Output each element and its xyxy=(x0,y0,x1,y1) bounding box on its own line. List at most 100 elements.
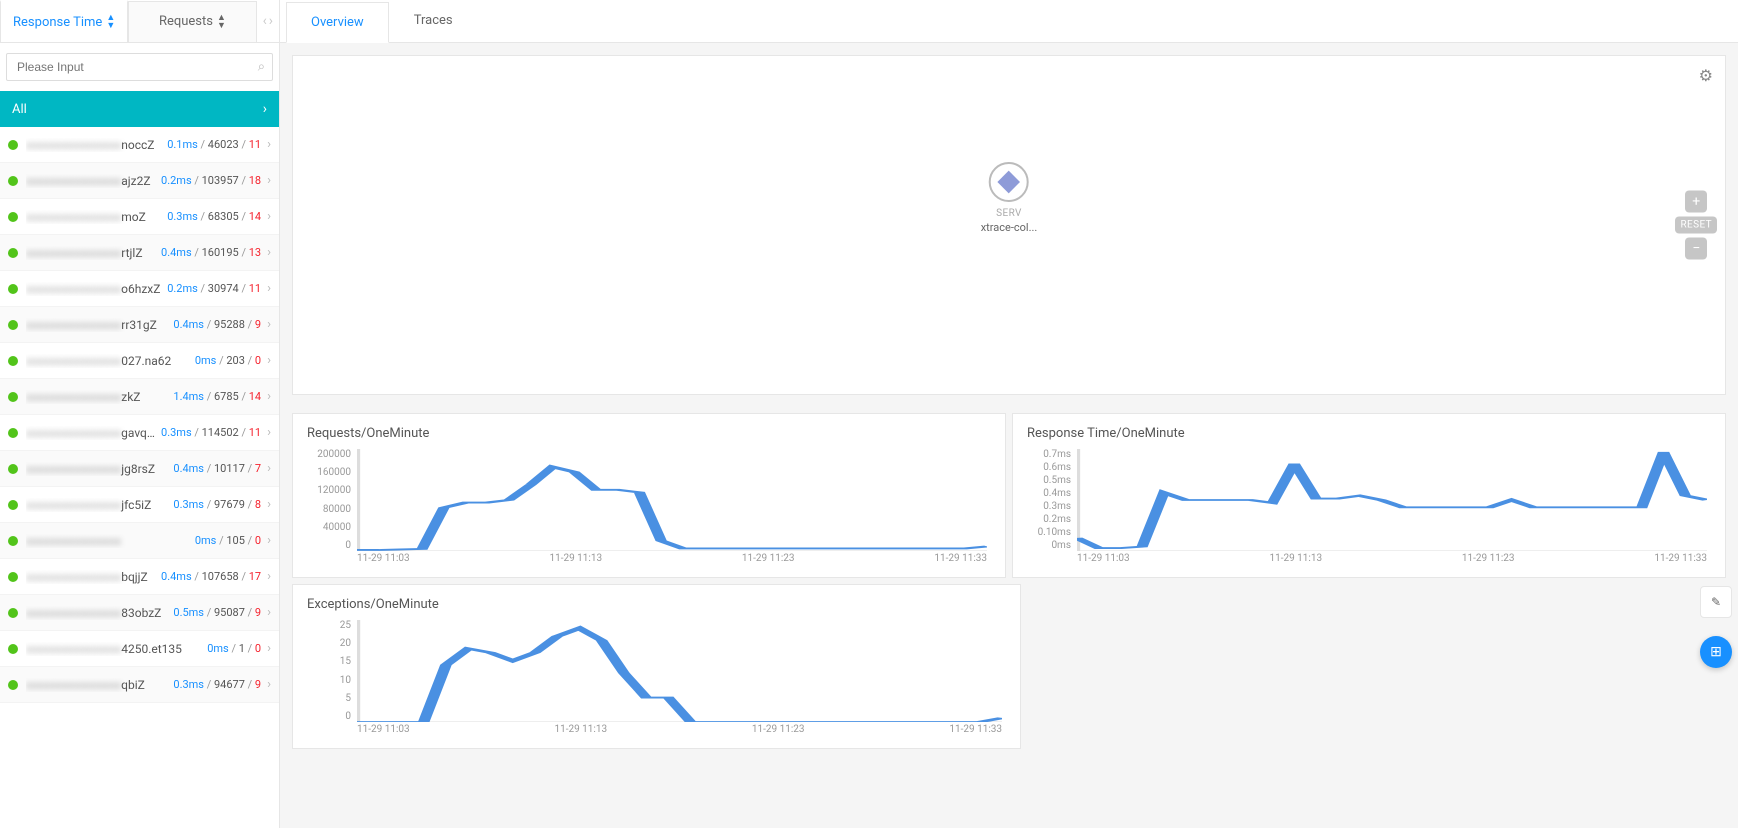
status-dot xyxy=(8,572,18,582)
list-item[interactable]: xxxxxxxxxxxxxxxxzkZ 1.4ms / 6785 / 14 › xyxy=(0,379,279,415)
item-stats: 1.4ms / 6785 / 14 xyxy=(173,390,261,403)
sidebar-tab-response-time[interactable]: Response Time ▲▼ xyxy=(0,0,128,42)
zoom-out-button[interactable]: − xyxy=(1685,238,1707,260)
status-dot xyxy=(8,212,18,222)
list-item[interactable]: xxxxxxxxxxxxxxxx027.na620ms / 203 / 0› xyxy=(0,343,279,379)
search-input[interactable] xyxy=(6,53,273,81)
chart-title: Response Time/OneMinute xyxy=(1027,426,1711,441)
all-row[interactable]: All › xyxy=(0,91,279,127)
topology-canvas[interactable]: ⚙ SERV xtrace-col... + RESET − xyxy=(292,55,1726,395)
list-item[interactable]: xxxxxxxxxxxxxxxx83obzZ0.5ms / 95087 / 9› xyxy=(0,595,279,631)
grid-button[interactable]: ⊞ xyxy=(1700,636,1732,668)
chevron-right-icon: › xyxy=(267,173,271,188)
item-stats: 0.3ms / 114502 / 11 xyxy=(161,426,261,439)
chevron-right-icon: › xyxy=(267,677,271,692)
item-name: xxxxxxxxxxxxxxxxrtjlZ xyxy=(26,246,157,260)
chevron-right-icon: › xyxy=(267,605,271,620)
chevron-right-icon: › xyxy=(267,641,271,656)
status-dot xyxy=(8,284,18,294)
search-box: ⌕ xyxy=(6,53,273,81)
item-name: xxxxxxxxxxxxxxxxzkZ xyxy=(26,390,169,404)
status-dot xyxy=(8,680,18,690)
list-item[interactable]: xxxxxxxxxxxxxxxxjfc5iZ0.3ms / 97679 / 8› xyxy=(0,487,279,523)
list-item[interactable]: xxxxxxxxxxxxxxxxajz2Z 0.2ms / 103957 / 18… xyxy=(0,163,279,199)
chevron-right-icon: › xyxy=(267,245,271,260)
item-stats: 0ms / 203 / 0 xyxy=(195,354,261,367)
item-stats: 0ms / 1 / 0 xyxy=(207,642,261,655)
search-icon[interactable]: ⌕ xyxy=(258,60,265,75)
chevron-right-icon[interactable]: › xyxy=(269,13,273,29)
plot-area xyxy=(1077,449,1707,551)
main-panel: Overview Traces ⚙ SERV xtrace-col... + R… xyxy=(280,0,1738,828)
list-item[interactable]: xxxxxxxxxxxxxxxxnoccZ0.1ms / 46023 / 11› xyxy=(0,127,279,163)
item-stats: 0.4ms / 95288 / 9 xyxy=(173,318,261,331)
item-name: xxxxxxxxxxxxxxxxjfc5iZ xyxy=(26,498,169,512)
edit-button[interactable]: ✎ xyxy=(1700,586,1732,618)
item-name: xxxxxxxxxxxxxxxxbqjjZ xyxy=(26,570,157,584)
list-item[interactable]: xxxxxxxxxxxxxxxxrr31gZ0.4ms / 95288 / 9› xyxy=(0,307,279,343)
sidebar-tabs: Response Time ▲▼ Requests ▲▼ ‹ › xyxy=(0,0,279,43)
chevron-right-icon: › xyxy=(267,461,271,476)
item-name: xxxxxxxxxxxxxxxxo6hzxZ xyxy=(26,282,163,296)
sidebar-tab-label: Requests xyxy=(159,14,213,29)
status-dot xyxy=(8,392,18,402)
item-stats: 0.3ms / 68305 / 14 xyxy=(167,210,261,223)
node-icon xyxy=(989,162,1029,202)
item-stats: 0.3ms / 97679 / 8 xyxy=(173,498,261,511)
status-dot xyxy=(8,644,18,654)
zoom-controls: + RESET − xyxy=(1675,191,1717,260)
list-item[interactable]: xxxxxxxxxxxxxxxxjg8rsZ 0.4ms / 10117 / 7 › xyxy=(0,451,279,487)
x-axis: 11-29 11:0311-29 11:1311-29 11:2311-29 1… xyxy=(1077,553,1707,569)
tab-traces[interactable]: Traces xyxy=(389,0,478,42)
item-stats: 0.2ms / 30974 / 11 xyxy=(167,282,261,295)
plot-area xyxy=(357,620,1002,722)
status-dot xyxy=(8,464,18,474)
chevron-right-icon: › xyxy=(267,389,271,404)
list-item[interactable]: xxxxxxxxxxxxxxxx0ms / 105 / 0› xyxy=(0,523,279,559)
y-axis: 0.7ms0.6ms0.5ms0.4ms0.3ms0.2ms0.10ms0ms xyxy=(1027,449,1075,551)
node-label: xtrace-col... xyxy=(981,221,1038,234)
item-name: xxxxxxxxxxxxxxxxqbiZ xyxy=(26,678,169,692)
gear-icon[interactable]: ⚙ xyxy=(1699,66,1713,85)
reset-button[interactable]: RESET xyxy=(1675,217,1717,234)
status-dot xyxy=(8,320,18,330)
item-list[interactable]: xxxxxxxxxxxxxxxxnoccZ 0.1ms / 46023 / 11 ›… xyxy=(0,127,279,828)
y-axis: 20000016000012000080000400000 xyxy=(307,449,355,551)
item-name: xxxxxxxxxxxxxxxx027.na62 xyxy=(26,354,191,368)
y-axis: 2520151050 xyxy=(307,620,355,722)
list-item[interactable]: xxxxxxxxxxxxxxxxqbiZ 0.3ms / 94677 / 9 › xyxy=(0,667,279,703)
tab-overview[interactable]: Overview xyxy=(286,2,389,43)
list-item[interactable]: xxxxxxxxxxxxxxxxgavqsZ 0.3ms / 114502 / 1… xyxy=(0,415,279,451)
item-stats: 0.3ms / 94677 / 9 xyxy=(173,678,261,691)
status-dot xyxy=(8,428,18,438)
list-item[interactable]: xxxxxxxxxxxxxxxxbqjjZ 0.4ms / 107658 / 17… xyxy=(0,559,279,595)
chevron-right-icon: › xyxy=(267,281,271,296)
item-stats: 0.2ms / 103957 / 18 xyxy=(161,174,261,187)
item-name: xxxxxxxxxxxxxxxxrr31gZ xyxy=(26,318,169,332)
chart-card: Requests/OneMinute2000001600001200008000… xyxy=(292,413,1006,578)
list-item[interactable]: xxxxxxxxxxxxxxxxrtjlZ 0.4ms / 160195 / 13… xyxy=(0,235,279,271)
item-name: xxxxxxxxxxxxxxxxnoccZ xyxy=(26,138,163,152)
chevron-left-icon[interactable]: ‹ xyxy=(263,13,267,29)
status-dot xyxy=(8,140,18,150)
item-stats: 0.4ms / 10117 / 7 xyxy=(173,462,261,475)
sidebar-tab-requests[interactable]: Requests ▲▼ xyxy=(128,1,256,42)
zoom-in-button[interactable]: + xyxy=(1685,191,1707,213)
list-item[interactable]: xxxxxxxxxxxxxxxx4250.et1350ms / 1 / 0› xyxy=(0,631,279,667)
sidebar-tab-scroll: ‹ › xyxy=(257,13,279,29)
main-tabs: Overview Traces xyxy=(280,0,1738,43)
node-type: SERV xyxy=(981,208,1038,219)
list-item[interactable]: xxxxxxxxxxxxxxxxo6hzxZ 0.2ms / 30974 / 11… xyxy=(0,271,279,307)
item-stats: 0.1ms / 46023 / 11 xyxy=(167,138,261,151)
item-name: xxxxxxxxxxxxxxxx83obzZ xyxy=(26,606,169,620)
list-item[interactable]: xxxxxxxxxxxxxxxxmoZ0.3ms / 68305 / 14› xyxy=(0,199,279,235)
chevron-right-icon: › xyxy=(267,425,271,440)
topology-node[interactable]: SERV xtrace-col... xyxy=(981,162,1038,234)
plot-area xyxy=(357,449,987,551)
item-stats: 0.4ms / 107658 / 17 xyxy=(161,570,261,583)
item-name: xxxxxxxxxxxxxxxxajz2Z xyxy=(26,174,157,188)
item-stats: 0.4ms / 160195 / 13 xyxy=(161,246,261,259)
chevron-right-icon: › xyxy=(267,209,271,224)
item-name: xxxxxxxxxxxxxxxxjg8rsZ xyxy=(26,462,169,476)
item-name: xxxxxxxxxxxxxxxxgavqsZ xyxy=(26,426,157,440)
